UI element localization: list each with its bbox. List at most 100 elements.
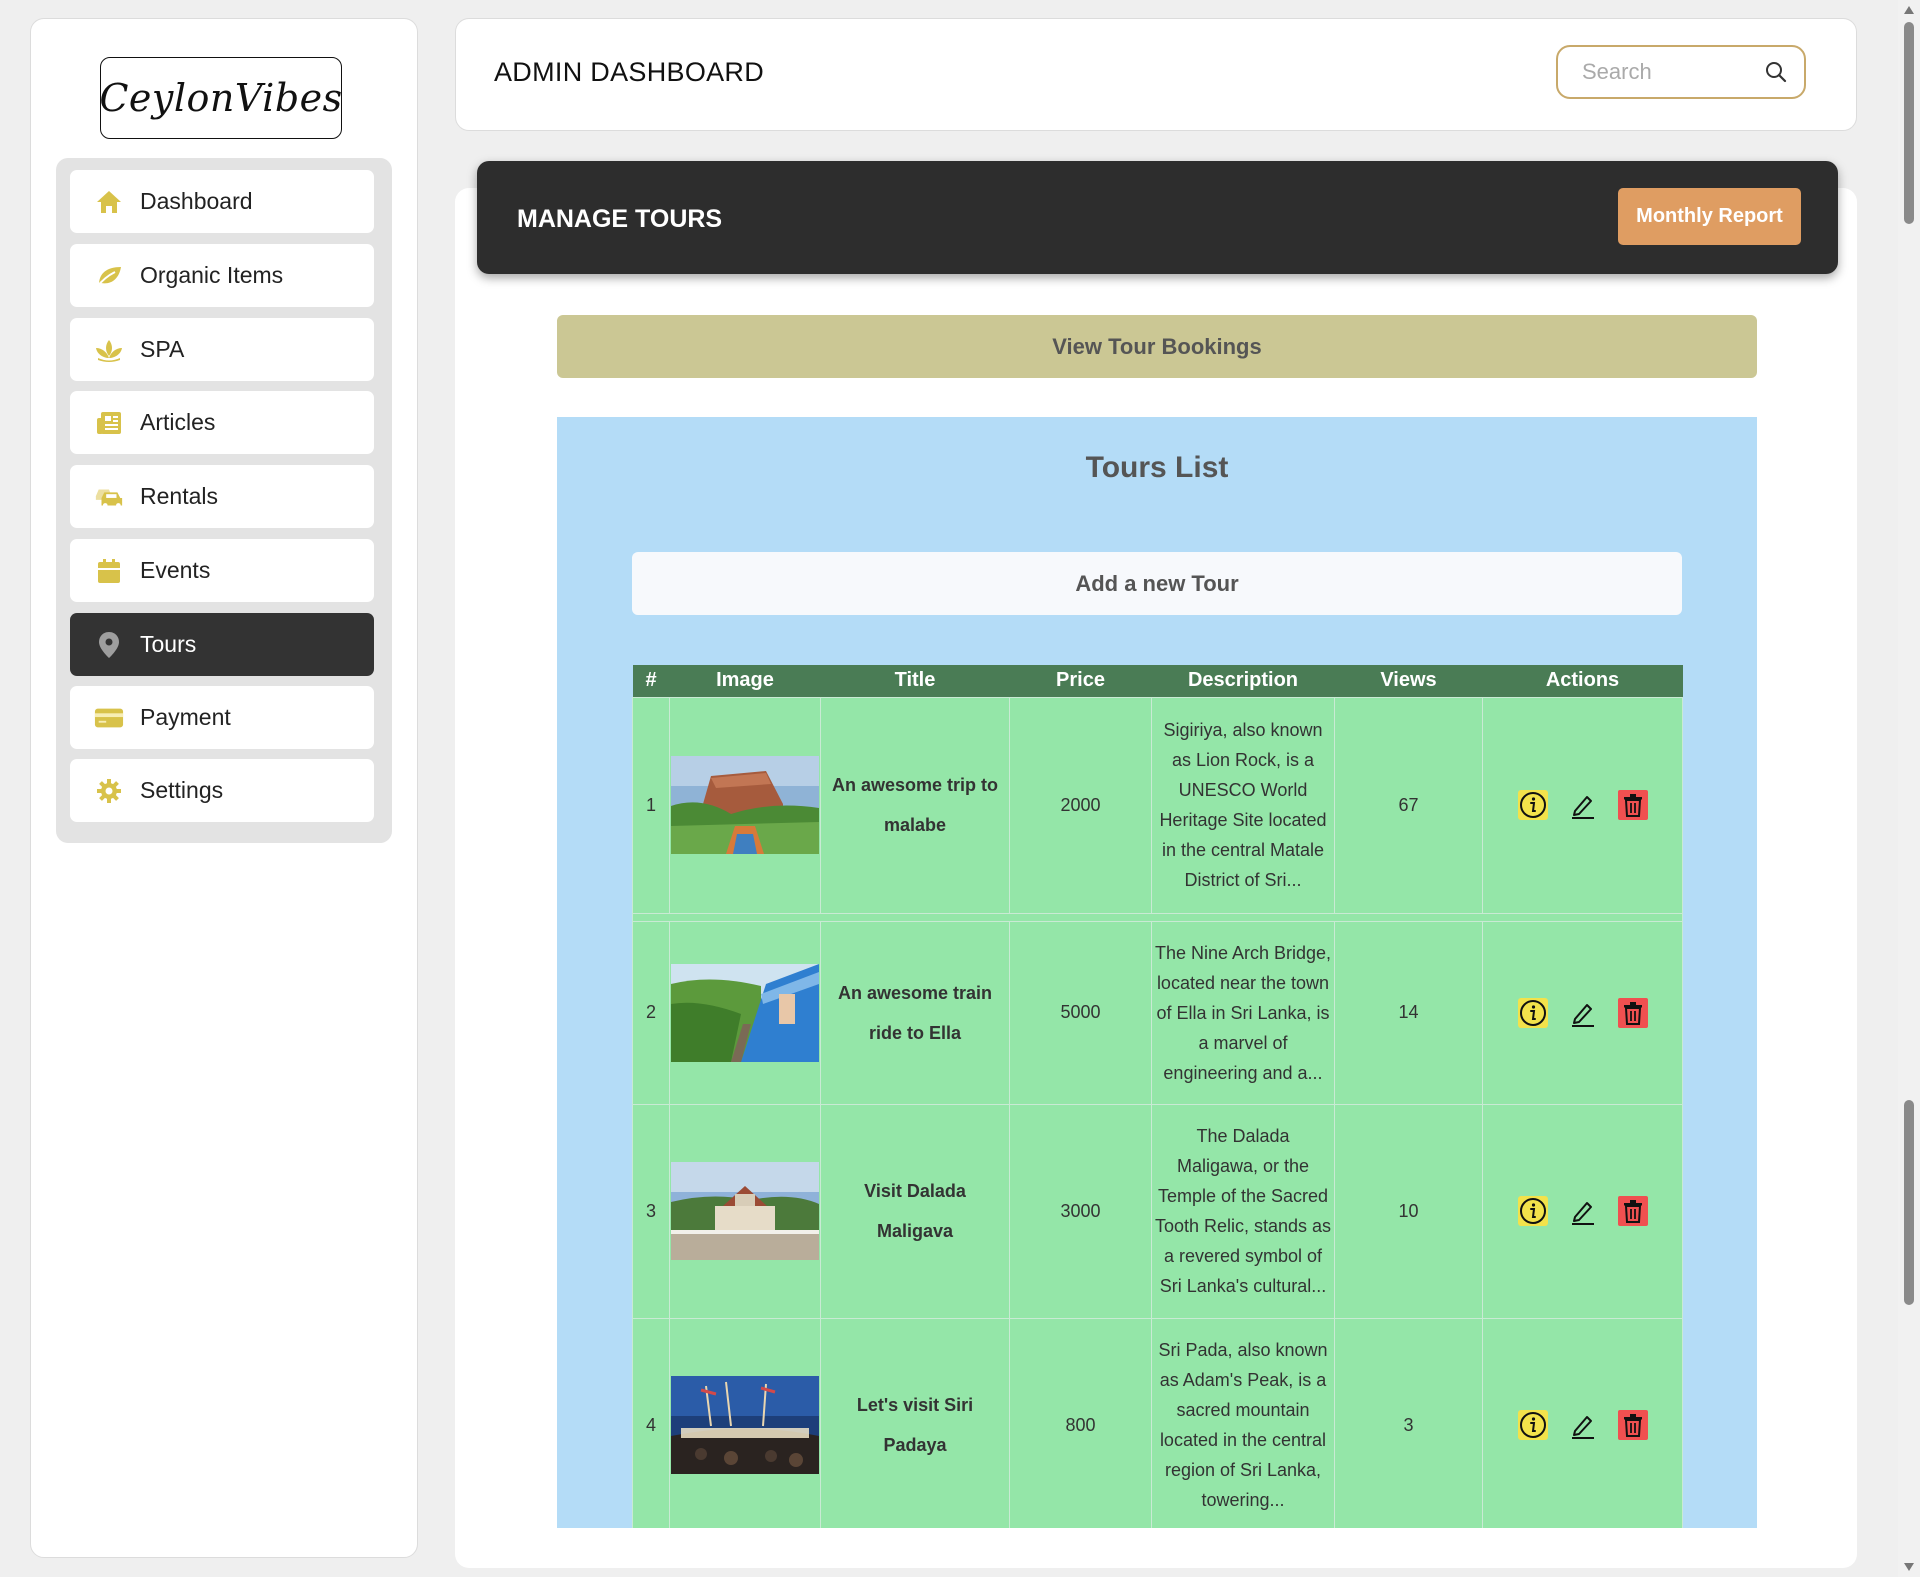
tour-description: The Nine Arch Bridge, located near the t… <box>1151 920 1335 1105</box>
page-title: ADMIN DASHBOARD <box>494 57 765 87</box>
view-tour-bookings-button[interactable]: View Tour Bookings <box>557 315 1757 378</box>
table-header-row: # Image Title Price Description Views Ac… <box>632 665 1683 697</box>
table-row: 4 Let's visit Siri Padaya 800 Sri Pada, … <box>632 1317 1683 1528</box>
tours-list-title: Tours List <box>1085 451 1229 484</box>
search-box[interactable] <box>1556 45 1806 99</box>
tour-description: Sigiriya, also known as Lion Rock, is a … <box>1151 696 1335 914</box>
credit-card-icon <box>94 703 124 733</box>
sidebar-item-settings[interactable]: Settings <box>70 759 374 822</box>
column-header: Actions <box>1482 665 1683 697</box>
sidebar-item-label: Tours <box>140 631 197 657</box>
tours-list-panel: Tours List Add a new Tour # Image Title … <box>557 417 1757 1528</box>
tour-price: 2000 <box>1009 696 1152 914</box>
info-icon[interactable] <box>1517 790 1548 820</box>
tour-title: Let's visit Siri Padaya <box>820 1317 1010 1528</box>
column-header: Image <box>669 665 821 697</box>
tour-title: An awesome train ride to Ella <box>820 920 1010 1105</box>
tour-views: 14 <box>1334 920 1483 1105</box>
top-header: ADMIN DASHBOARD <box>455 18 1857 131</box>
table-row: 3 Visit Dalada Maligava 3000 The Dalada … <box>632 1103 1683 1319</box>
sidebar-item-dashboard[interactable]: Dashboard <box>70 170 374 233</box>
actions-cell <box>1482 920 1683 1105</box>
sidebar-item-label: Rentals <box>140 483 218 509</box>
actions-cell <box>1482 1317 1683 1528</box>
column-header: # <box>632 665 670 697</box>
column-header: Price <box>1009 665 1152 697</box>
image-cell <box>669 1103 821 1319</box>
tour-description: Sri Pada, also known as Adam's Peak, is … <box>1151 1317 1335 1528</box>
sidebar-item-label: SPA <box>140 336 185 362</box>
sidebar-item-spa[interactable]: SPA <box>70 318 374 381</box>
edit-icon[interactable] <box>1568 1410 1598 1440</box>
tour-title: An awesome trip to malabe <box>820 696 1010 914</box>
calendar-icon <box>94 556 124 586</box>
sidebar-item-label: Payment <box>140 704 231 730</box>
gear-icon <box>94 776 124 806</box>
tour-description: The Dalada Maligawa, or the Temple of th… <box>1151 1103 1335 1319</box>
sidebar-item-label: Organic Items <box>140 262 284 288</box>
sidebar-menu: Dashboard Organic Items SPA Articles Ren… <box>56 158 392 843</box>
sidebar-item-rentals[interactable]: Rentals <box>70 465 374 528</box>
sidebar-item-articles[interactable]: Articles <box>70 391 374 454</box>
row-number: 1 <box>632 696 670 914</box>
info-icon[interactable] <box>1517 1410 1548 1440</box>
search-input[interactable] <box>1582 59 1752 85</box>
sidebar-item-label: Articles <box>140 409 216 435</box>
row-number: 3 <box>632 1103 670 1319</box>
image-cell <box>669 920 821 1105</box>
scroll-up-arrow-icon[interactable] <box>1904 6 1914 14</box>
table-row: 1 An awesome trip to malabe 2000 Sigiriy… <box>632 696 1683 914</box>
tour-price: 800 <box>1009 1317 1152 1528</box>
column-header: Title <box>820 665 1010 697</box>
newspaper-icon <box>94 408 124 438</box>
scroll-down-arrow-icon[interactable] <box>1904 1563 1914 1571</box>
sidebar-item-label: Events <box>140 557 211 583</box>
column-header: Views <box>1334 665 1483 697</box>
trash-icon[interactable] <box>1617 1196 1648 1226</box>
trash-icon[interactable] <box>1617 997 1648 1028</box>
sidebar-item-payment[interactable]: Payment <box>70 686 374 749</box>
page-scrollbar[interactable] <box>1898 0 1920 1577</box>
image-cell <box>669 1317 821 1528</box>
row-number: 2 <box>632 920 670 1105</box>
sidebar-item-events[interactable]: Events <box>70 539 374 602</box>
table-row: 2 An awesome train ride to Ella 5000 The… <box>632 920 1683 1105</box>
car-icon <box>94 482 124 512</box>
column-header: Description <box>1151 665 1335 697</box>
location-pin-icon <box>94 630 124 660</box>
dalada-maligawa-photo <box>671 1162 819 1260</box>
edit-icon[interactable] <box>1568 790 1598 820</box>
edit-icon[interactable] <box>1568 998 1598 1028</box>
info-icon[interactable] <box>1517 997 1548 1028</box>
sigiriya-photo <box>671 756 819 854</box>
search-icon[interactable] <box>1764 60 1788 89</box>
row-number: 4 <box>632 1317 670 1528</box>
leaf-icon <box>94 261 124 291</box>
scrollbar-thumb[interactable] <box>1904 22 1914 224</box>
monthly-report-button[interactable]: Monthly Report <box>1618 188 1801 245</box>
tour-title: Visit Dalada Maligava <box>820 1103 1010 1319</box>
siri-padaya-photo <box>671 1376 819 1474</box>
add-tour-button[interactable]: Add a new Tour <box>632 552 1682 615</box>
tour-views: 10 <box>1334 1103 1483 1319</box>
edit-icon[interactable] <box>1568 1196 1598 1226</box>
scrollbar-thumb[interactable] <box>1904 1100 1914 1305</box>
tour-views: 3 <box>1334 1317 1483 1528</box>
sidebar: CeylonVibes Dashboard Organic Items SPA … <box>30 18 418 1558</box>
sidebar-item-label: Dashboard <box>140 188 253 214</box>
sidebar-item-tours[interactable]: Tours <box>70 613 374 676</box>
actions-cell <box>1482 696 1683 914</box>
sidebar-item-label: Settings <box>140 777 224 803</box>
tours-table: # Image Title Price Description Views Ac… <box>632 665 1683 1528</box>
logo[interactable]: CeylonVibes <box>99 57 342 139</box>
sidebar-item-organic-items[interactable]: Organic Items <box>70 244 374 307</box>
tour-price: 5000 <box>1009 920 1152 1105</box>
info-icon[interactable] <box>1517 1196 1548 1226</box>
trash-icon[interactable] <box>1617 1410 1648 1440</box>
train-ella-photo <box>671 963 819 1062</box>
tour-views: 67 <box>1334 696 1483 914</box>
trash-icon[interactable] <box>1617 790 1648 820</box>
actions-cell <box>1482 1103 1683 1319</box>
tour-price: 3000 <box>1009 1103 1152 1319</box>
manage-tours-bar: MANAGE TOURS Monthly Report <box>477 161 1838 274</box>
